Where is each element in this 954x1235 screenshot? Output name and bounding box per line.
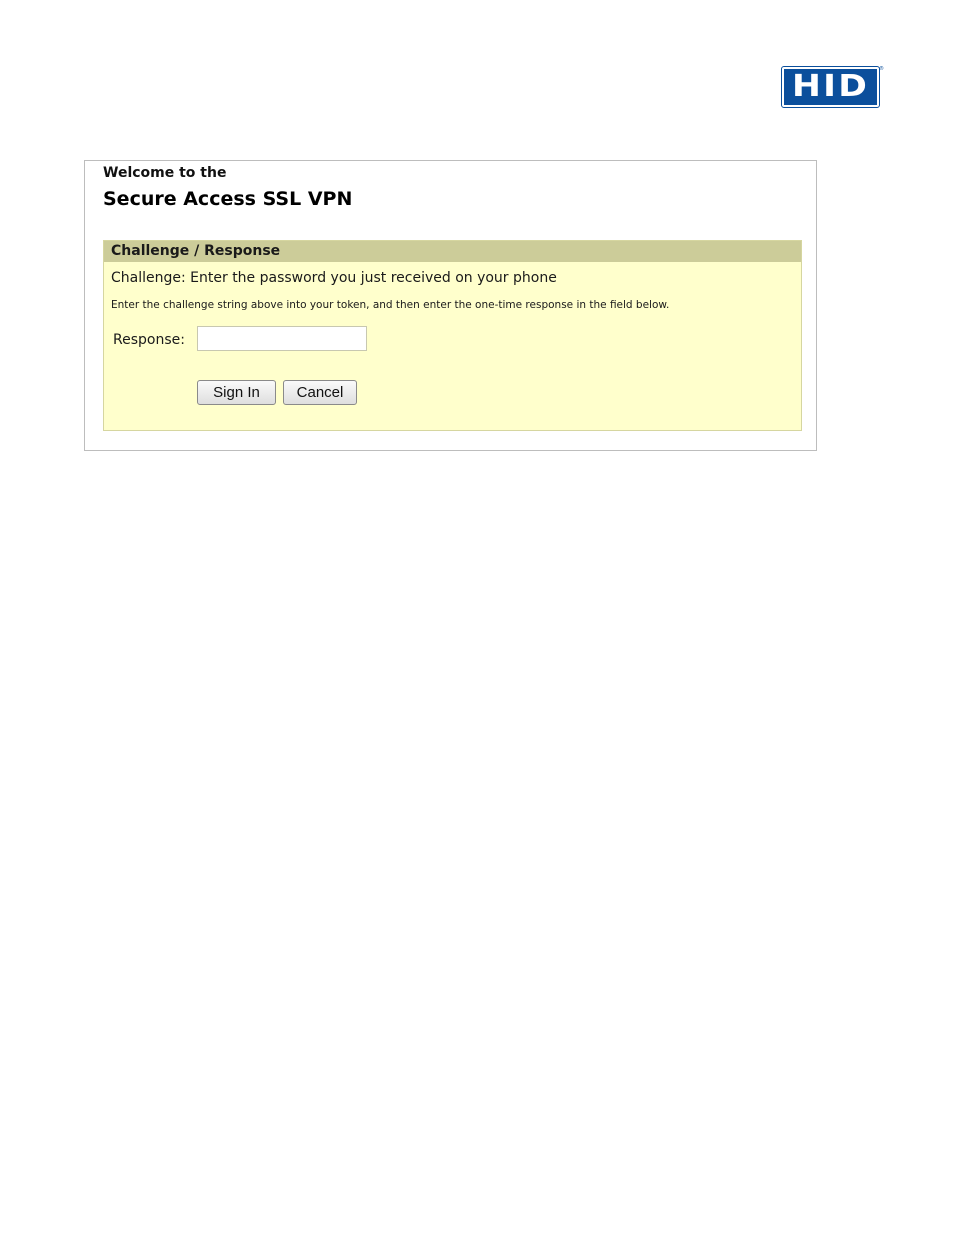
login-frame: Welcome to the Secure Access SSL VPN Cha… <box>84 160 817 451</box>
sign-in-button[interactable]: Sign In <box>197 380 276 405</box>
instructions-text: Enter the challenge string above into yo… <box>111 299 670 311</box>
logo-text: HID <box>791 69 870 104</box>
response-input[interactable] <box>197 326 367 351</box>
page-title: Secure Access SSL VPN <box>103 188 353 210</box>
hid-logo: HID <box>781 66 880 108</box>
panel-header: Challenge / Response <box>104 241 801 262</box>
response-label: Response: <box>113 332 185 348</box>
challenge-response-panel: Challenge / Response Challenge: Enter th… <box>103 240 802 431</box>
cancel-button[interactable]: Cancel <box>283 380 357 405</box>
registered-mark: ® <box>879 66 884 72</box>
welcome-text: Welcome to the <box>103 165 227 181</box>
challenge-text: Challenge: Enter the password you just r… <box>111 270 557 286</box>
